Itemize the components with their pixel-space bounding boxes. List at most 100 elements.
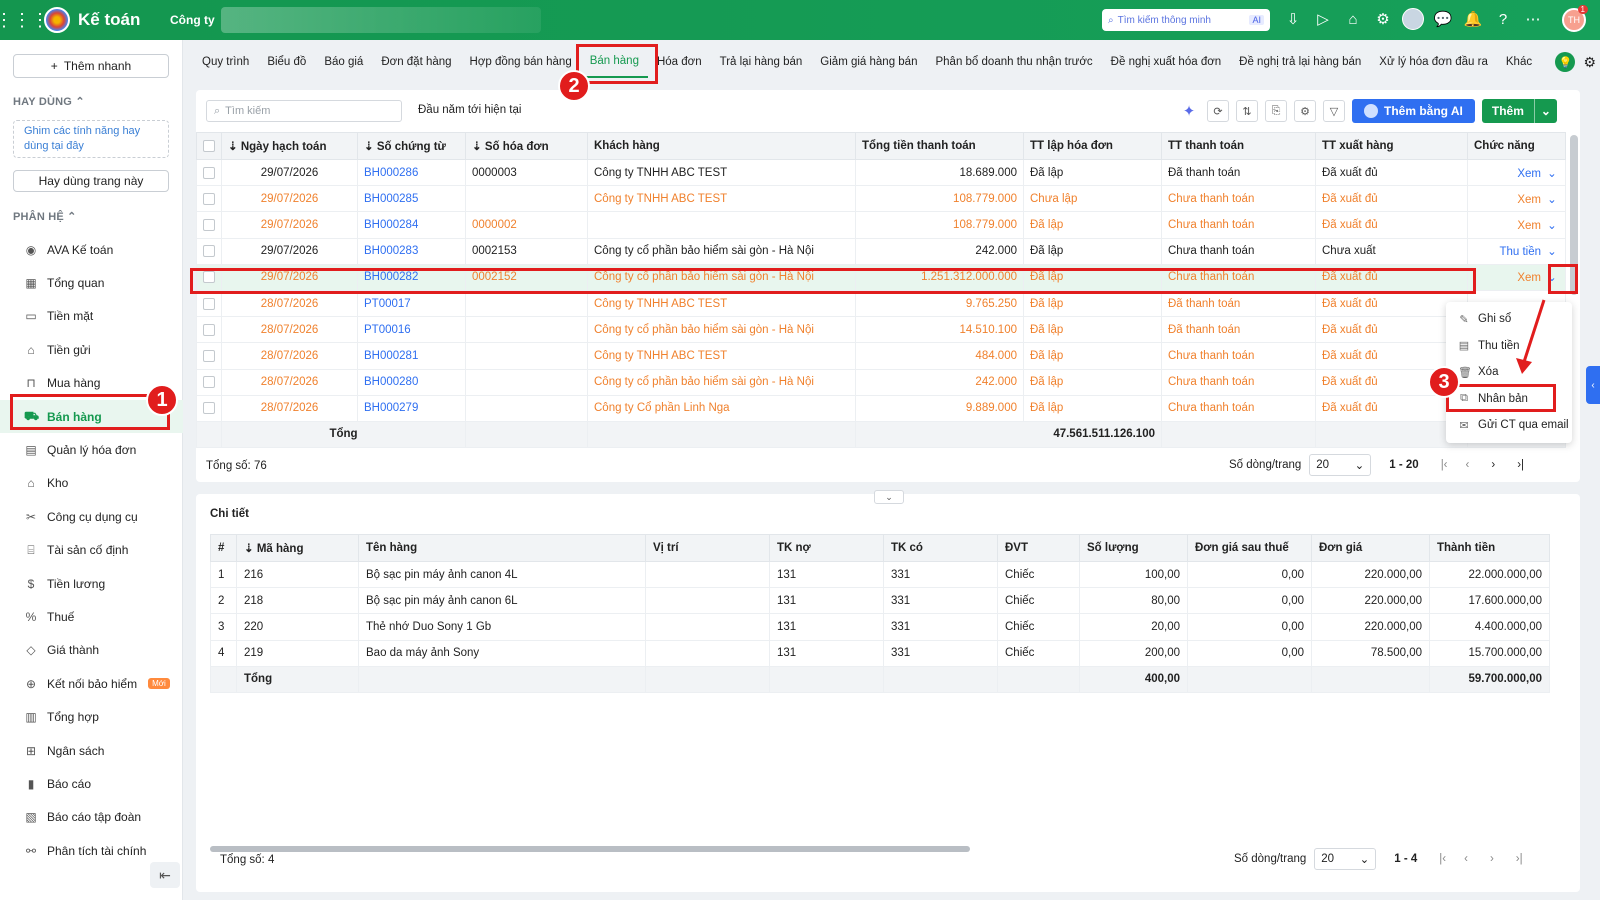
period-filter[interactable]: Đầu năm tới hiện tại: [418, 104, 521, 116]
sidebar-item-bank[interactable]: ⌂ Tiền gửi: [0, 333, 183, 366]
detail-collapse-icon[interactable]: ⌄: [874, 490, 904, 504]
download-icon[interactable]: ⇩: [1282, 8, 1304, 30]
dcol-price-tax[interactable]: Đơn giá sau thuế: [1187, 534, 1312, 562]
detail-row[interactable]: 4 219 Bao da máy ảnh Sony 131 331 Chiếc 200,00…: [210, 639, 1550, 667]
table-row[interactable]: 28/07/2026 BH000279 Công ty Cổ phần Linh N…: [196, 394, 1566, 422]
col-header-date[interactable]: ⇣ Ngày hạch toán: [221, 132, 358, 160]
export-icon[interactable]: ⎘: [1265, 100, 1287, 122]
tab-0[interactable]: Quy trình: [193, 46, 258, 78]
next-page-icon[interactable]: ›: [1490, 853, 1494, 865]
table-row[interactable]: 28/07/2026 PT00016 Công ty cổ phần bảo hiể…: [196, 316, 1566, 344]
tab-2[interactable]: Báo giá: [315, 46, 372, 78]
tab-8[interactable]: Giảm giá hàng bán: [811, 46, 926, 78]
settings-sliders-icon[interactable]: ⚙: [1583, 54, 1596, 71]
menu-item-duplicate[interactable]: ⧉ Nhân bản: [1446, 386, 1572, 413]
help-icon[interactable]: ?: [1492, 8, 1514, 30]
cell-doc[interactable]: BH000279: [357, 394, 466, 422]
dcol-price[interactable]: Đơn giá: [1311, 534, 1430, 562]
table-row[interactable]: 29/07/2026 BH000286 0000003 Công ty TNHH AB…: [196, 158, 1566, 187]
sidebar-item-group-report[interactable]: ▧ Báo cáo tập đoàn: [0, 801, 183, 834]
tab-5[interactable]: Bán hàng: [580, 46, 648, 78]
chevron-down-icon[interactable]: ⌄: [1545, 270, 1559, 284]
sidebar-item-invoice[interactable]: ▤ Quản lý hóa đơn: [0, 433, 183, 466]
row-action-link[interactable]: Xem: [1517, 220, 1541, 232]
favorites-section-header[interactable]: HAY DÙNG ⌃: [13, 95, 85, 108]
tab-10[interactable]: Đề nghị xuất hóa đơn: [1102, 46, 1230, 78]
list-search-input[interactable]: ⌕ Tìm kiếm: [206, 100, 402, 122]
app-grid-icon[interactable]: ⋮⋮⋮: [0, 10, 49, 31]
tab-7[interactable]: Trả lại hàng bán: [711, 46, 812, 78]
last-page-icon[interactable]: ›|: [1517, 459, 1524, 471]
row-action-link[interactable]: Xem: [1517, 194, 1541, 206]
column-settings-icon[interactable]: ⇅: [1236, 100, 1258, 122]
tab-9[interactable]: Phân bổ doanh thu nhận trước: [926, 46, 1101, 78]
tab-11[interactable]: Đề nghị trả lại hàng bán: [1230, 46, 1370, 78]
chevron-down-icon[interactable]: ⌄: [1545, 244, 1559, 258]
detail-rows-per-page-select[interactable]: 20 ⌄: [1314, 848, 1377, 870]
favorite-page-button[interactable]: Hay dùng trang này: [13, 170, 169, 192]
row-checkbox[interactable]: [196, 211, 222, 239]
dcol-amount[interactable]: Thành tiền: [1429, 534, 1550, 562]
user-avatar[interactable]: TH 1: [1562, 5, 1588, 32]
bell-icon[interactable]: 🔔: [1462, 8, 1484, 30]
sidebar-item-tools[interactable]: ✂ Công cụ dụng cụ: [0, 500, 183, 533]
sidebar-item-price-tag[interactable]: ◇ Giá thành: [0, 634, 183, 667]
chat-icon[interactable]: 💬: [1432, 8, 1454, 30]
sidebar-item-report[interactable]: ▮ Báo cáo: [0, 767, 183, 800]
chevron-down-icon[interactable]: ⌄: [1545, 218, 1559, 232]
menu-item-pencil[interactable]: ✎ Ghi sổ: [1446, 306, 1572, 333]
row-action-link[interactable]: Thu tiền: [1499, 246, 1541, 258]
sidebar-item-ava[interactable]: ◉ AVA Kế toán: [0, 233, 183, 266]
gear-icon[interactable]: ⚙: [1372, 8, 1394, 30]
menu-item-mail[interactable]: ✉ Gửi CT qua email: [1446, 412, 1572, 439]
row-checkbox[interactable]: [196, 368, 222, 396]
quick-add-button[interactable]: + Thêm nhanh: [13, 54, 169, 78]
detail-row[interactable]: 1 216 Bộ sạc pin máy ảnh canon 4L 131 331 Chi…: [210, 560, 1550, 589]
row-checkbox[interactable]: [196, 394, 222, 422]
collapse-sidebar-icon[interactable]: ⇤: [150, 862, 180, 888]
row-checkbox[interactable]: [196, 158, 222, 187]
col-header-total[interactable]: Tổng tiền thanh toán: [855, 132, 1024, 160]
rows-per-page-select[interactable]: 20 ⌄: [1309, 454, 1372, 476]
row-checkbox[interactable]: [196, 316, 222, 344]
last-page-icon[interactable]: ›|: [1516, 853, 1523, 865]
cell-doc[interactable]: PT00017: [357, 289, 466, 318]
cell-doc[interactable]: BH000280: [357, 368, 466, 396]
cell-doc[interactable]: BH000281: [357, 342, 466, 370]
prev-page-icon[interactable]: ‹: [1464, 853, 1468, 865]
home-icon[interactable]: ⌂: [1342, 8, 1364, 30]
dcol-credit[interactable]: TK có: [883, 534, 998, 562]
add-dropdown-icon[interactable]: ⌄: [1533, 99, 1557, 123]
col-header-shipping-status[interactable]: TT xuất hàng: [1315, 132, 1468, 160]
table-row[interactable]: 28/07/2026 BH000281 Công ty TNHH ABC TEST 4…: [196, 342, 1566, 370]
menu-item-receipt[interactable]: ▤ Thu tiền: [1446, 333, 1572, 360]
dcol-position[interactable]: Vị trí: [645, 534, 770, 562]
row-checkbox[interactable]: [196, 185, 222, 213]
menu-item-trash[interactable]: 🗑 Xóa: [1446, 359, 1572, 386]
ai-sparkle-icon[interactable]: ✦: [1178, 100, 1200, 122]
dcol-name[interactable]: Tên hàng: [358, 534, 646, 562]
col-header-payment-status[interactable]: TT thanh toán: [1161, 132, 1316, 160]
table-row[interactable]: 29/07/2026 BH000283 0002153 Công ty cổ phần…: [196, 237, 1566, 265]
dcol-unit[interactable]: ĐVT: [997, 534, 1080, 562]
row-checkbox[interactable]: [196, 289, 222, 318]
first-page-icon[interactable]: |‹: [1441, 459, 1448, 471]
sidebar-item-budget[interactable]: ⊞ Ngân sách: [0, 734, 183, 767]
select-all-checkbox[interactable]: [196, 132, 222, 160]
chevron-down-icon[interactable]: ⌄: [1545, 192, 1559, 206]
assistant-avatar[interactable]: [1402, 8, 1424, 30]
detail-row[interactable]: 2 218 Bộ sạc pin máy ảnh canon 6L 131 331 Chi…: [210, 587, 1550, 615]
play-icon[interactable]: ▷: [1312, 8, 1334, 30]
tab-13[interactable]: Khác: [1497, 46, 1541, 78]
tab-12[interactable]: Xử lý hóa đơn đầu ra: [1370, 46, 1497, 78]
detail-h-scrollbar[interactable]: [210, 846, 970, 852]
col-header-customer[interactable]: Khách hàng: [587, 132, 856, 160]
table-row[interactable]: 28/07/2026 PT00017 Công ty TNHH ABC TEST 9.…: [196, 289, 1566, 318]
chevron-down-icon[interactable]: ⌄: [1545, 166, 1559, 180]
add-button[interactable]: Thêm: [1482, 99, 1534, 123]
gear-icon[interactable]: ⚙: [1294, 100, 1316, 122]
modules-section-header[interactable]: PHÂN HỆ ⌃: [13, 210, 77, 223]
list-scrollbar[interactable]: [1570, 135, 1578, 295]
row-checkbox[interactable]: [196, 263, 222, 291]
smart-search-input[interactable]: ⌕ Tìm kiếm thông minh AI: [1102, 9, 1270, 31]
